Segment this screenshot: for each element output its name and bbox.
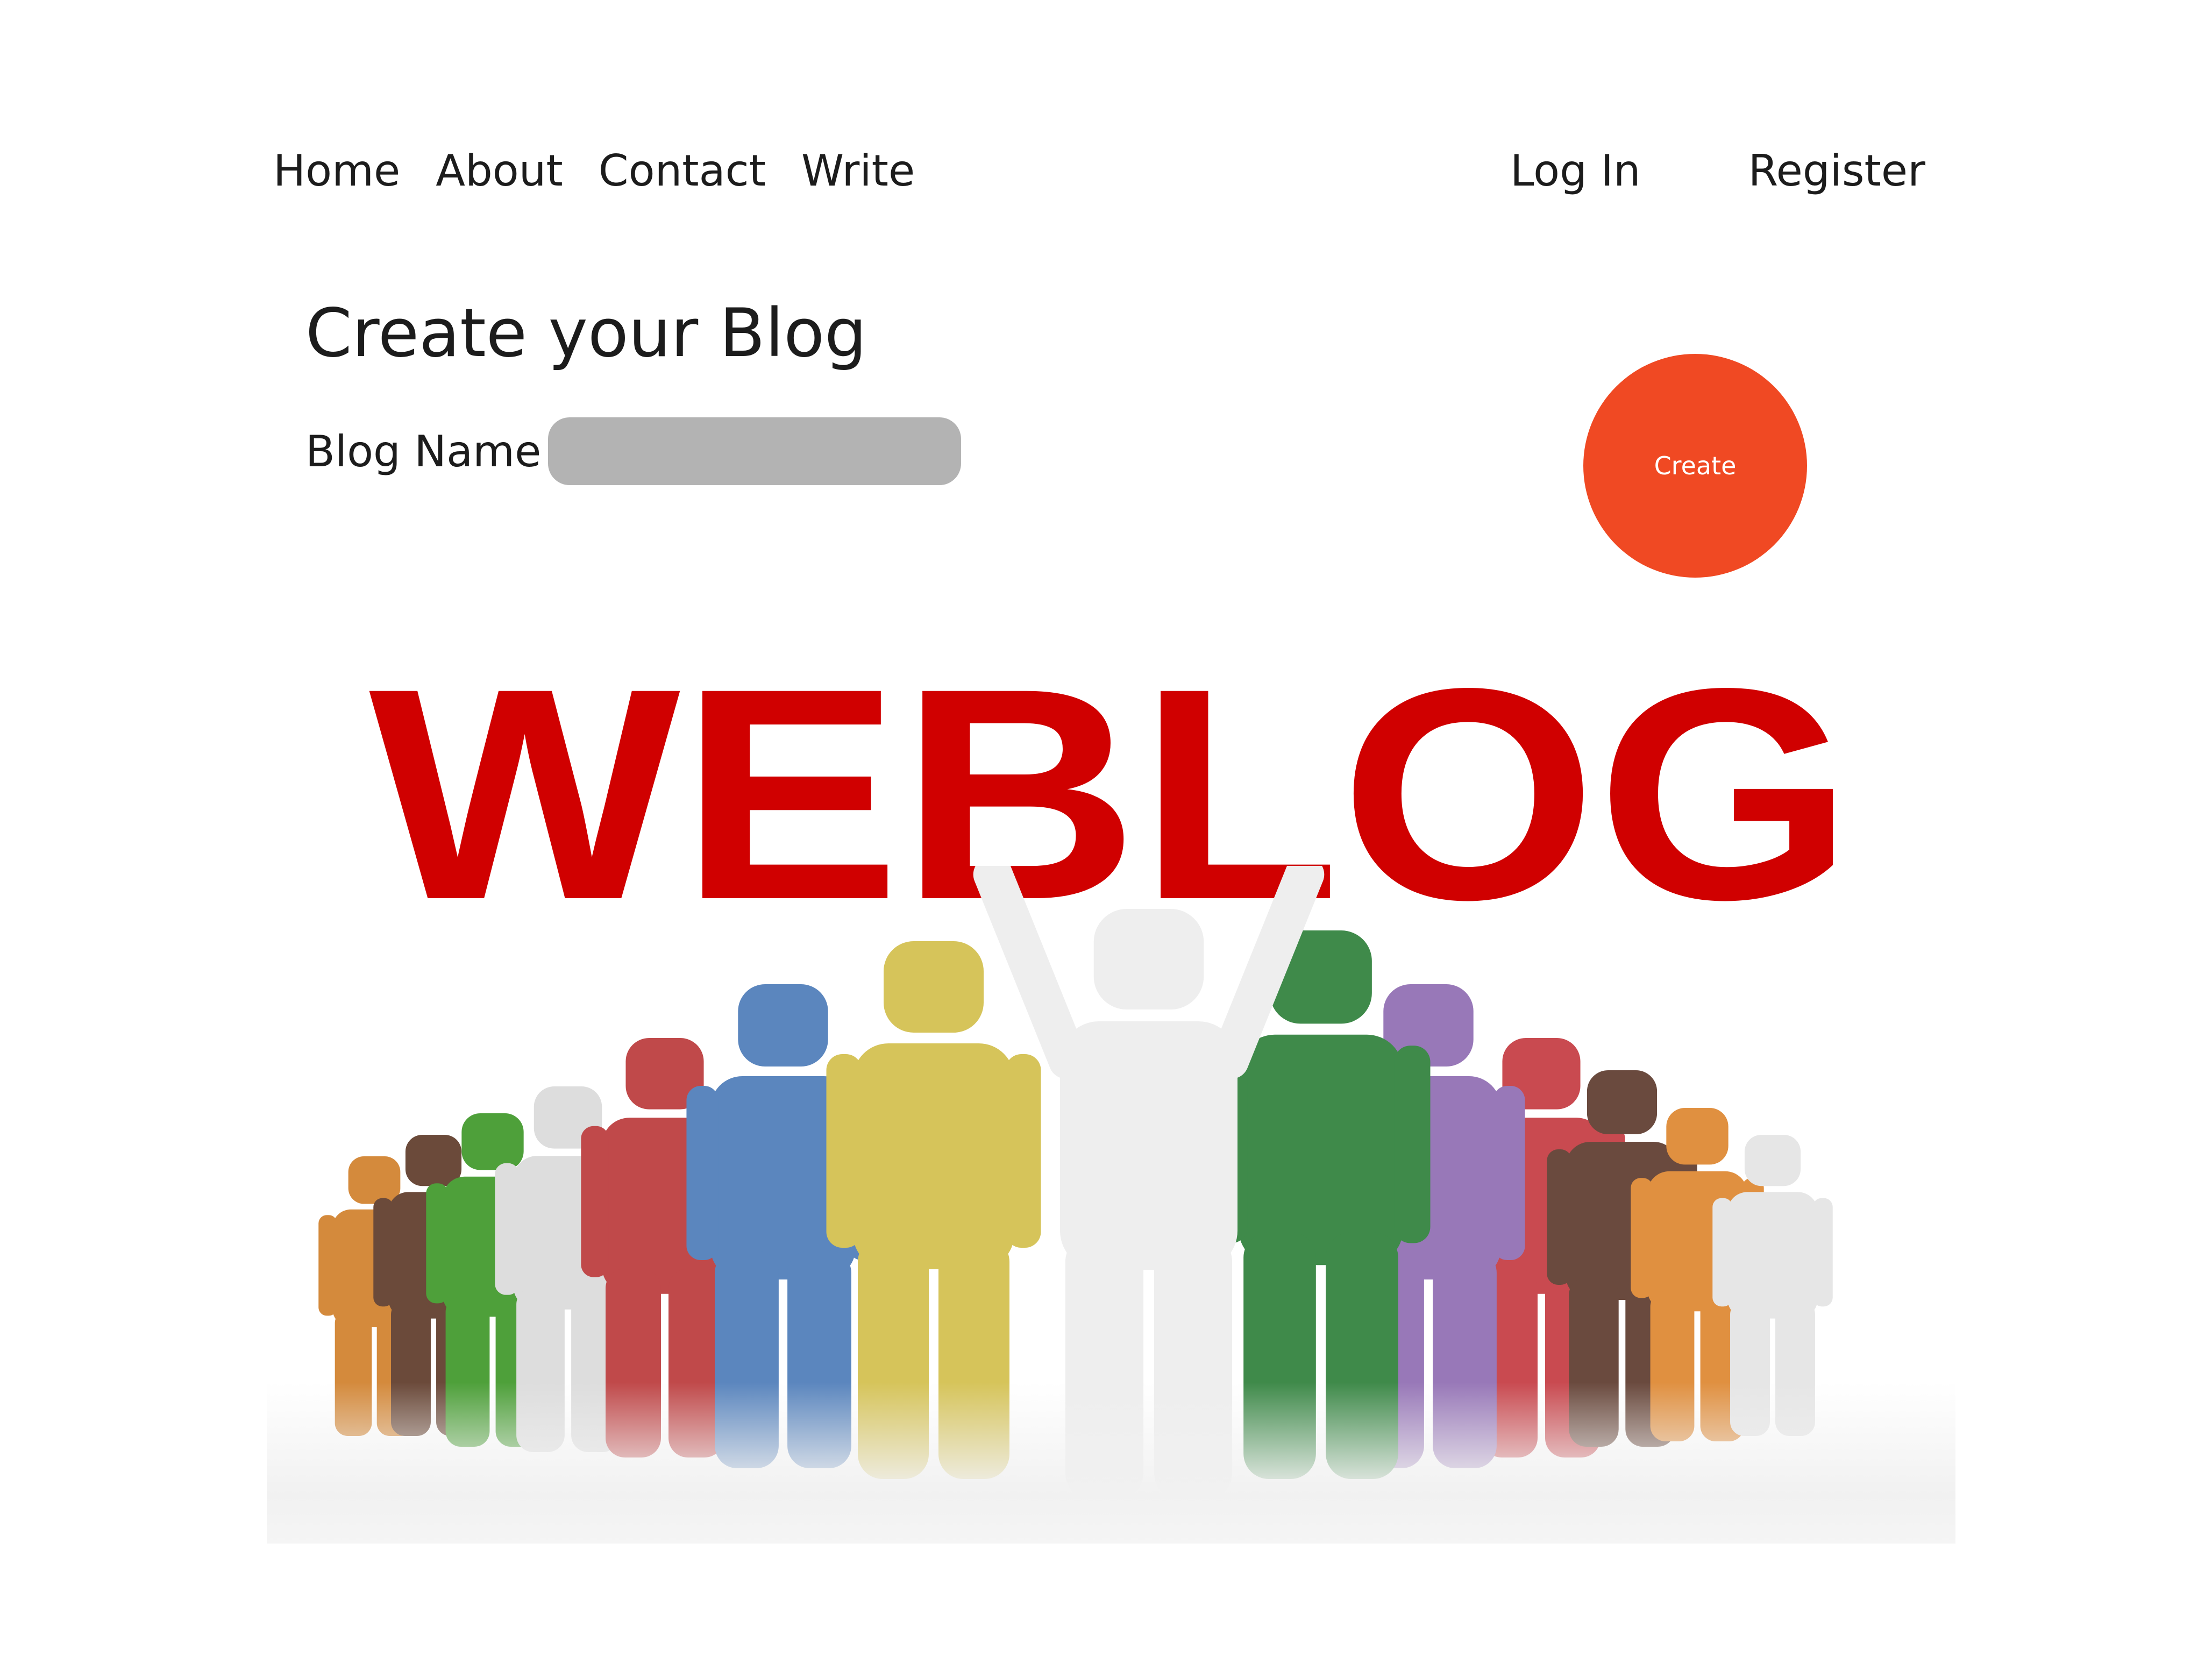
person-figure-head bbox=[461, 1113, 524, 1170]
person-figure-cheering-head bbox=[1093, 909, 1204, 1009]
person-figure-arm-left bbox=[1631, 1178, 1653, 1298]
person-figure-arm-left bbox=[1712, 1198, 1733, 1307]
person-figure-head bbox=[405, 1135, 462, 1186]
create-button[interactable]: Create bbox=[1583, 354, 1807, 578]
person-figure-torso bbox=[1239, 1034, 1403, 1265]
person-figure-arm-left bbox=[373, 1198, 394, 1307]
person-figure-head bbox=[1744, 1135, 1801, 1186]
person-figure-arm-left bbox=[318, 1215, 337, 1316]
person-figure-head bbox=[884, 941, 984, 1033]
page-title: Create your Blog bbox=[305, 295, 867, 372]
person-figure-arm-left bbox=[426, 1183, 449, 1304]
person-figure-arm-left bbox=[495, 1163, 520, 1295]
person-figure-arm-right bbox=[1394, 1046, 1431, 1243]
person-figure-arm-right bbox=[1812, 1198, 1833, 1307]
person-figure-head bbox=[1666, 1108, 1729, 1165]
person-figure-head bbox=[738, 984, 828, 1066]
blog-name-input[interactable] bbox=[548, 417, 961, 485]
person-figure-arm-left bbox=[581, 1126, 609, 1277]
person-figure-head bbox=[348, 1156, 401, 1204]
person-figure-head bbox=[1587, 1070, 1658, 1134]
login-link[interactable]: Log In bbox=[1510, 144, 1641, 198]
nav-about-link[interactable]: About bbox=[436, 144, 563, 198]
nav-home-link[interactable]: Home bbox=[273, 144, 400, 198]
person-figure-arm-left bbox=[686, 1086, 719, 1260]
blog-name-label: Blog Name bbox=[305, 426, 542, 477]
nav-auth-group: Log In Register bbox=[1510, 144, 1925, 198]
register-link[interactable]: Register bbox=[1748, 144, 1925, 198]
person-figure-arm-right bbox=[1493, 1086, 1525, 1260]
person-figure-torso bbox=[853, 1043, 1014, 1269]
person-figure-arm-left bbox=[1547, 1149, 1572, 1285]
person-figure-arm-right bbox=[1005, 1054, 1041, 1248]
person-figure-arm-left bbox=[826, 1054, 862, 1248]
nav-left-group: Home About Contact Write bbox=[273, 144, 950, 198]
person-figure-torso bbox=[1727, 1192, 1818, 1319]
hero-floor-shadow bbox=[267, 1382, 1955, 1544]
hero-image: WEBLOG bbox=[267, 640, 1955, 1544]
nav-contact-link[interactable]: Contact bbox=[599, 144, 766, 198]
nav-write-link[interactable]: Write bbox=[801, 144, 915, 198]
